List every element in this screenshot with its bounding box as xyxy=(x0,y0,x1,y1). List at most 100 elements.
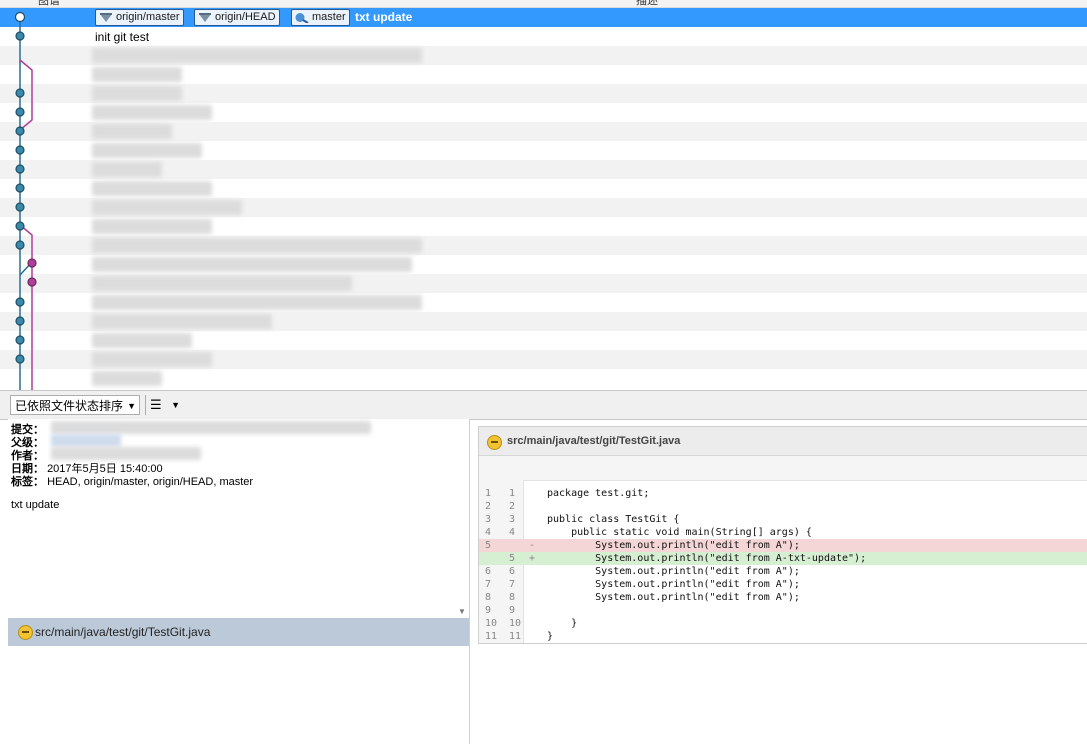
commit-row[interactable] xyxy=(0,84,1087,103)
commit-message: init git test xyxy=(95,30,150,44)
code-text: } xyxy=(547,618,578,629)
diff-marker: + xyxy=(529,553,536,564)
diff-header: src/main/java/test/git/TestGit.java xyxy=(479,427,1087,456)
old-line-number: 4 xyxy=(485,527,492,538)
old-line-number: 9 xyxy=(485,605,492,616)
diff-marker: - xyxy=(529,540,536,551)
commit-node xyxy=(15,221,25,231)
new-line-number: 9 xyxy=(509,605,516,616)
sort-dropdown[interactable]: 已依照文件状态排序 ▼ xyxy=(10,395,140,415)
scroll-down-icon[interactable]: ▼ xyxy=(458,607,466,616)
diff-line-added[interactable]: 5 + System.out.println("edit from A-txt-u… xyxy=(479,552,1087,565)
diff-line[interactable]: 10 10 } xyxy=(479,617,1087,630)
commit-row[interactable] xyxy=(0,46,1087,65)
commit-list[interactable]: 图谱 描述 origin/master origin/HEAD master t… xyxy=(0,0,1087,390)
commit-node xyxy=(15,107,25,117)
tag-origin-master[interactable]: origin/master xyxy=(95,9,184,26)
old-line-number: 10 xyxy=(485,618,498,629)
field-value: HEAD, origin/master, origin/HEAD, master xyxy=(47,476,254,488)
commit-row[interactable] xyxy=(0,141,1087,160)
column-header: 图谱 描述 xyxy=(0,0,1087,8)
commit-row[interactable] xyxy=(0,179,1087,198)
commit-row[interactable] xyxy=(0,236,1087,255)
commit-row[interactable] xyxy=(0,198,1087,217)
view-mode-button[interactable]: ☰ ▼ xyxy=(145,395,183,415)
remote-branch-icon xyxy=(199,13,211,22)
redacted-block xyxy=(92,314,272,329)
hunk-header[interactable] xyxy=(479,456,1087,481)
diff-line[interactable]: 3 3 public class TestGit { xyxy=(479,513,1087,526)
field-label: 标签： xyxy=(11,476,44,488)
file-path: src/main/java/test/git/TestGit.java xyxy=(35,625,211,639)
commit-row[interactable] xyxy=(0,103,1087,122)
new-line-number: 2 xyxy=(509,501,516,512)
commit-node xyxy=(15,88,25,98)
commit-row-selected[interactable]: origin/master origin/HEAD master txt upd… xyxy=(0,8,1087,27)
commit-row[interactable] xyxy=(0,274,1087,293)
detail-tags: 标签： HEAD, origin/master, origin/HEAD, ma… xyxy=(11,473,253,489)
new-line-number: 5 xyxy=(509,553,516,564)
diff-pane: src/main/java/test/git/TestGit.java 1 1 pa… xyxy=(478,426,1087,644)
commit-detail-pane: 提交： 父级： 作者： 日期： 2017年5月5日 15:40:00 标签： H… xyxy=(8,419,470,618)
commit-node xyxy=(15,145,25,155)
detail-message: txt update xyxy=(11,499,60,511)
new-line-number: 4 xyxy=(509,527,516,538)
diff-line-removed[interactable]: 5 - System.out.println("edit from A"); xyxy=(479,539,1087,552)
commit-row[interactable] xyxy=(0,160,1087,179)
detail-scrollbar[interactable]: ▼ xyxy=(455,419,469,618)
description-column-header[interactable]: 描述 xyxy=(636,0,658,8)
diff-line[interactable]: 22 xyxy=(479,500,1087,513)
file-row[interactable]: src/main/java/test/git/TestGit.java xyxy=(8,618,469,646)
commit-row[interactable] xyxy=(0,350,1087,369)
commit-node xyxy=(15,354,25,364)
diff-line[interactable]: 99 xyxy=(479,604,1087,617)
commit-row[interactable] xyxy=(0,255,1087,274)
chevron-down-icon: ▼ xyxy=(171,400,180,410)
diff-line[interactable]: 6 6 System.out.println("edit from A"); xyxy=(479,565,1087,578)
changed-files-list: src/main/java/test/git/TestGit.java xyxy=(8,618,470,744)
commit-node xyxy=(15,164,25,174)
file-toolbar: 已依照文件状态排序 ▼ ☰ ▼ xyxy=(0,390,1087,420)
redacted-block xyxy=(92,105,212,120)
redacted-block xyxy=(51,447,201,460)
commit-row[interactable] xyxy=(0,312,1087,331)
diff-line[interactable]: 4 4 public static void main(String[] args… xyxy=(479,526,1087,539)
local-branch-icon xyxy=(295,13,309,23)
commit-node xyxy=(15,202,25,212)
code-text: System.out.println("edit from A"); xyxy=(547,540,800,551)
redacted-block xyxy=(92,295,422,310)
new-line-number: 11 xyxy=(509,631,522,642)
redacted-block xyxy=(92,67,182,82)
redacted-block xyxy=(92,200,242,215)
commit-row[interactable] xyxy=(0,293,1087,312)
new-line-number: 3 xyxy=(509,514,516,525)
graph-line-branch xyxy=(19,224,33,390)
redacted-block xyxy=(92,238,422,253)
commit-node xyxy=(15,240,25,250)
commit-row[interactable] xyxy=(0,369,1087,388)
code-text: System.out.println("edit from A"); xyxy=(547,579,800,590)
commit-row[interactable] xyxy=(0,65,1087,84)
tag-master[interactable]: master xyxy=(291,9,350,26)
diff-line[interactable]: 11 11} xyxy=(479,630,1087,643)
redacted-block xyxy=(92,371,162,386)
tag-label: master xyxy=(312,11,346,23)
diff-line[interactable]: 1 1 package test.git; xyxy=(479,487,1087,500)
list-icon: ☰ xyxy=(150,397,162,412)
tag-origin-head[interactable]: origin/HEAD xyxy=(194,9,280,26)
modified-file-icon xyxy=(18,625,33,640)
tag-label: origin/master xyxy=(116,11,180,23)
redacted-block xyxy=(92,276,352,291)
code-text: System.out.println("edit from A"); xyxy=(547,592,800,603)
old-line-number: 5 xyxy=(485,540,492,551)
commit-node xyxy=(15,335,25,345)
new-line-number: 6 xyxy=(509,566,516,577)
diff-line[interactable]: 7 7 System.out.println("edit from A"); xyxy=(479,578,1087,591)
sort-label: 已依照文件状态排序 xyxy=(15,399,124,413)
redacted-block xyxy=(92,257,412,272)
commit-row[interactable] xyxy=(0,331,1087,350)
commit-row[interactable]: init git test xyxy=(0,27,1087,46)
diff-line[interactable]: 8 8 System.out.println("edit from A"); xyxy=(479,591,1087,604)
commit-row[interactable] xyxy=(0,122,1087,141)
commit-row[interactable] xyxy=(0,217,1087,236)
